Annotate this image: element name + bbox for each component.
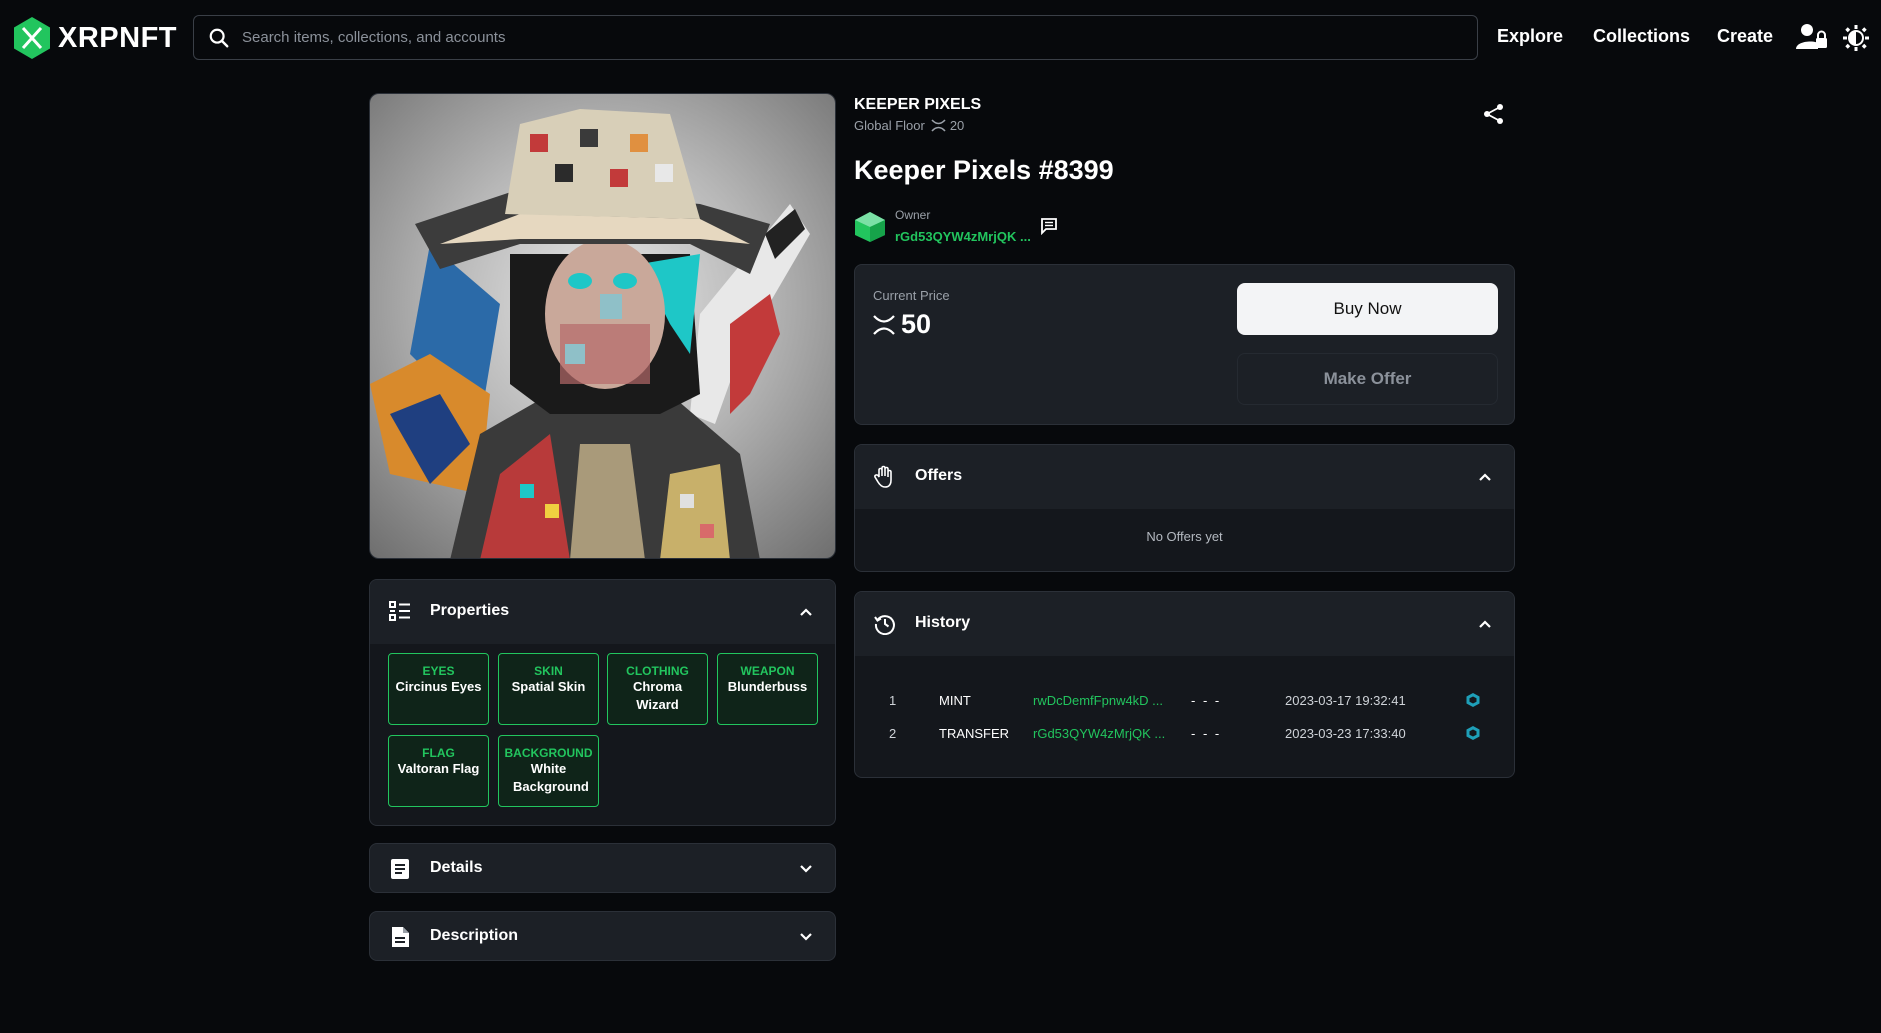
owner-label: Owner bbox=[895, 208, 931, 222]
message-icon[interactable] bbox=[1040, 217, 1058, 235]
global-floor: Global Floor 20 bbox=[854, 118, 964, 133]
price-label: Current Price bbox=[873, 288, 950, 303]
description-file-icon bbox=[392, 927, 409, 947]
chevron-up-icon[interactable] bbox=[799, 605, 813, 619]
offers-header[interactable]: Offers bbox=[855, 445, 1514, 509]
history-row: 2 TRANSFER rGd53QYW4zMrjQK ... - - - 202… bbox=[855, 726, 1514, 746]
description-title: Description bbox=[430, 927, 519, 944]
explorer-link-icon[interactable] bbox=[1465, 692, 1481, 711]
offers-panel: Offers No Offers yet bbox=[854, 444, 1515, 572]
share-icon[interactable] bbox=[1483, 103, 1505, 125]
property-value: Chroma Wizard bbox=[632, 679, 683, 712]
history-title: History bbox=[915, 614, 971, 631]
property-eyes[interactable]: EYES Circinus Eyes bbox=[388, 653, 489, 725]
make-offer-button[interactable]: Make Offer bbox=[1237, 353, 1498, 405]
history-index: 2 bbox=[889, 726, 897, 741]
floor-value: 20 bbox=[949, 118, 965, 133]
current-price: 50 bbox=[873, 309, 931, 340]
chevron-up-icon[interactable] bbox=[1478, 617, 1492, 631]
history-panel: History 1 MINT rwDcDemfFpnw4kD ... - - -… bbox=[854, 591, 1515, 778]
search-bar[interactable] bbox=[193, 15, 1478, 60]
xrp-icon bbox=[931, 119, 946, 132]
history-date: 2023-03-23 17:33:40 bbox=[1285, 726, 1406, 741]
search-icon bbox=[209, 28, 229, 47]
nav-collections[interactable]: Collections bbox=[1593, 26, 1690, 47]
history-address[interactable]: rwDcDemfFpnw4kD ... bbox=[1033, 693, 1163, 708]
history-event: MINT bbox=[939, 693, 971, 708]
history-price: - - - bbox=[1191, 726, 1222, 741]
property-flag[interactable]: FLAG Valtoran Flag bbox=[388, 735, 489, 807]
property-value: Valtoran Flag bbox=[397, 761, 480, 776]
property-value: Circinus Eyes bbox=[395, 679, 482, 694]
history-index: 1 bbox=[889, 693, 897, 708]
chevron-down-icon[interactable] bbox=[799, 862, 813, 876]
top-header: XRPNFT Explore Collections Create bbox=[0, 0, 1881, 76]
nft-artwork bbox=[370, 109, 810, 558]
chevron-up-icon[interactable] bbox=[1478, 470, 1492, 484]
history-price: - - - bbox=[1191, 693, 1222, 708]
logo[interactable]: XRPNFT bbox=[12, 16, 177, 60]
history-header[interactable]: History bbox=[855, 592, 1514, 656]
property-background[interactable]: BACKGROUND White Background bbox=[498, 735, 599, 807]
property-value: Blunderbuss bbox=[727, 679, 808, 694]
property-clothing[interactable]: CLOTHING Chroma Wizard bbox=[607, 653, 708, 725]
history-address[interactable]: rGd53QYW4zMrjQK ... bbox=[1033, 726, 1165, 741]
property-value: White Background bbox=[513, 761, 589, 794]
buy-now-button[interactable]: Buy Now bbox=[1237, 283, 1498, 335]
properties-header[interactable]: Properties bbox=[370, 580, 835, 644]
price-value: 50 bbox=[901, 309, 932, 339]
details-title: Details bbox=[430, 859, 483, 876]
collection-name[interactable]: KEEPER PIXELS bbox=[854, 96, 981, 114]
history-event: TRANSFER bbox=[939, 726, 1010, 741]
history-row: 1 MINT rwDcDemfFpnw4kD ... - - - 2023-03… bbox=[855, 693, 1514, 713]
owner-address[interactable]: rGd53QYW4zMrjQK ... bbox=[895, 229, 1031, 244]
properties-list-icon bbox=[389, 601, 410, 621]
price-box: Current Price 50 Buy Now Make Offer bbox=[854, 264, 1515, 425]
property-type: EYES bbox=[422, 664, 455, 678]
property-skin[interactable]: SKIN Spatial Skin bbox=[498, 653, 599, 725]
property-type: SKIN bbox=[534, 664, 563, 678]
search-input[interactable] bbox=[230, 16, 1477, 59]
history-date: 2023-03-17 19:32:41 bbox=[1285, 693, 1406, 708]
details-panel[interactable]: Details bbox=[369, 843, 836, 893]
nav-create[interactable]: Create bbox=[1717, 26, 1773, 47]
offers-title: Offers bbox=[915, 467, 963, 484]
nft-image[interactable] bbox=[369, 93, 836, 559]
logo-hex-icon bbox=[14, 17, 50, 59]
description-panel[interactable]: Description bbox=[369, 911, 836, 961]
chevron-down-icon[interactable] bbox=[799, 930, 813, 944]
history-clock-icon bbox=[874, 615, 895, 635]
explorer-link-icon[interactable] bbox=[1465, 725, 1481, 744]
nav-explore[interactable]: Explore bbox=[1497, 26, 1563, 47]
account-lock-icon[interactable] bbox=[1796, 22, 1828, 52]
properties-panel: Properties EYES Circinus Eyes SKIN Spati… bbox=[369, 579, 836, 826]
no-offers-text: No Offers yet bbox=[1146, 529, 1223, 544]
details-doc-icon bbox=[391, 859, 409, 879]
properties-title: Properties bbox=[430, 602, 510, 619]
logo-text: XRPNFT bbox=[58, 21, 177, 54]
theme-toggle-icon[interactable] bbox=[1842, 24, 1870, 52]
property-type: FLAG bbox=[422, 746, 455, 760]
property-type: WEAPON bbox=[740, 664, 795, 678]
xrp-icon bbox=[873, 314, 895, 335]
floor-label: Global Floor bbox=[854, 118, 925, 133]
property-type: CLOTHING bbox=[626, 664, 689, 678]
nft-title: Keeper Pixels #8399 bbox=[854, 155, 1114, 185]
owner-avatar[interactable] bbox=[854, 211, 886, 243]
property-type: BACKGROUND bbox=[504, 746, 593, 760]
property-weapon[interactable]: WEAPON Blunderbuss bbox=[717, 653, 818, 725]
hand-icon bbox=[874, 465, 892, 488]
property-value: Spatial Skin bbox=[511, 679, 586, 694]
